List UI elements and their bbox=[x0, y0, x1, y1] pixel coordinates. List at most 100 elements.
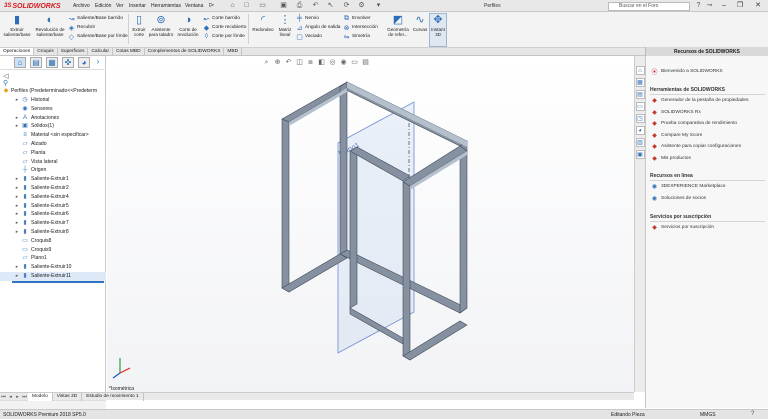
welcome-link[interactable]: ⦿ Bienvenido a SOLIDWORKS bbox=[651, 67, 722, 76]
zoom-to-fit-icon[interactable]: ⌕ bbox=[262, 58, 271, 67]
task-pane-link[interactable]: ◉ 3DEXPERIENCE Marketplace bbox=[651, 183, 726, 190]
boundary-cut-button[interactable]: ◊ Corte por límite bbox=[203, 32, 246, 41]
tab-superficies[interactable]: Superficies bbox=[58, 48, 89, 55]
task-pane-link[interactable]: ◉ Soluciones de socios bbox=[651, 195, 706, 202]
task-pane-link[interactable]: ◆ Asistente para copiar configuraciones bbox=[651, 143, 741, 150]
tree-item[interactable]: ▭ Croquis9 bbox=[0, 246, 106, 255]
swept-boss-button[interactable]: ↝ Saliente/Base barrido bbox=[68, 14, 128, 23]
menu-edicion[interactable]: Edición bbox=[95, 3, 111, 9]
prev-tab-arrow-icon[interactable]: ◂ bbox=[7, 394, 14, 400]
reference-geometry-button[interactable]: ◩ Geometría de refer... bbox=[385, 14, 411, 37]
curves-button[interactable]: ∿ Curvas bbox=[411, 14, 429, 32]
expand-arrow-icon[interactable]: ▸ bbox=[14, 228, 20, 237]
view-settings-icon[interactable]: ▤ bbox=[361, 58, 370, 67]
tree-item[interactable]: ▸ A Anotaciones bbox=[0, 114, 106, 123]
tab-mbd[interactable]: MBD bbox=[224, 48, 243, 55]
tree-item[interactable]: ≡ Material <sin especificar> bbox=[0, 131, 106, 140]
scene-icon[interactable]: ▭ bbox=[350, 58, 359, 67]
help-icon[interactable]: ? bbox=[751, 411, 754, 417]
graphics-area[interactable]: Plano1 bbox=[107, 56, 634, 392]
file-explorer-icon[interactable]: ▭ bbox=[635, 102, 645, 111]
tab-operaciones[interactable]: Operaciones bbox=[0, 48, 35, 55]
task-pane-link[interactable]: ◆ Servicios por suscripción bbox=[651, 224, 714, 231]
zoom-area-icon[interactable]: ⊕ bbox=[273, 58, 282, 67]
section-view-icon[interactable]: ◫ bbox=[295, 58, 304, 67]
tree-item[interactable]: ▱ Alzado bbox=[0, 140, 106, 149]
dimxpert-tab-icon[interactable]: ✜ bbox=[62, 57, 74, 68]
view-orientation-icon[interactable]: ⧈ bbox=[306, 58, 315, 67]
feature-tree-tab-icon[interactable]: ⌂ bbox=[14, 57, 26, 68]
expand-arrow-icon[interactable]: ▸ bbox=[14, 202, 20, 211]
hide-show-icon[interactable]: ◎ bbox=[328, 58, 337, 67]
tab-vistas-3d[interactable]: Vistas 3D bbox=[53, 392, 83, 401]
first-tab-arrow-icon[interactable]: ⏮ bbox=[0, 394, 7, 400]
last-tab-arrow-icon[interactable]: ⏭ bbox=[21, 394, 28, 400]
previous-view-icon[interactable]: ↶ bbox=[284, 58, 293, 67]
tree-root[interactable]: ◆ Perfiles (Predeterminado<<Predeterm bbox=[0, 87, 106, 96]
resources-icon[interactable]: ▦ bbox=[635, 78, 645, 87]
tree-item[interactable]: ▸ ▣ Sólidos(1) bbox=[0, 122, 106, 131]
menu-herramientas[interactable]: Herramientas bbox=[151, 3, 181, 9]
expand-arrow-icon[interactable]: › bbox=[94, 57, 102, 68]
solidworks-logo[interactable]: 3S SOLIDWORKS bbox=[4, 2, 61, 10]
tree-item[interactable]: ▸ ▮ Saliente-Extruir1 bbox=[0, 175, 106, 184]
forum-icon[interactable]: ▣ bbox=[635, 150, 645, 159]
intersect-button[interactable]: ⊗ Intersección bbox=[343, 23, 378, 32]
task-pane-link[interactable]: ◆ SOLIDWORKS Rx bbox=[651, 109, 701, 116]
draft-button[interactable]: ⊿ Ángulo de salida bbox=[296, 23, 341, 32]
pin-icon[interactable]: ⊳ bbox=[207, 2, 216, 10]
revolve-boss-button[interactable]: ◐ Revolución de saliente/base bbox=[34, 14, 66, 37]
appearance-icon[interactable]: ◉ bbox=[339, 58, 348, 67]
expand-arrow-icon[interactable]: ▸ bbox=[14, 272, 20, 281]
restore-button[interactable]: ❐ bbox=[734, 1, 746, 11]
design-library-icon[interactable]: ▤ bbox=[635, 90, 645, 99]
select-icon[interactable]: ↖ bbox=[326, 2, 335, 10]
tree-item[interactable]: ▸ ▮ Saliente-Extruir11 bbox=[0, 272, 106, 281]
rebuild-icon[interactable]: ⟳ bbox=[342, 2, 351, 10]
new-document-icon[interactable]: □ bbox=[242, 2, 251, 10]
hole-wizard-button[interactable]: ⊚ Asistente para taladro bbox=[148, 14, 174, 37]
unit-system[interactable]: MMGS bbox=[700, 412, 716, 418]
expand-arrow-icon[interactable]: ▸ bbox=[14, 184, 20, 193]
expand-arrow-icon[interactable]: ▸ bbox=[14, 114, 20, 123]
next-tab-arrow-icon[interactable]: ▸ bbox=[14, 394, 21, 400]
tab-cotas-mbd[interactable]: Cotas MBD bbox=[113, 48, 145, 55]
tab-estudio-movimiento[interactable]: Estudio de movimiento 1 bbox=[82, 392, 144, 401]
task-pane-link[interactable]: ◆ Prueba comparativa de rendimiento bbox=[651, 120, 737, 127]
save-icon[interactable]: ▣ bbox=[279, 2, 288, 10]
appearances-icon[interactable]: ◕ bbox=[635, 126, 645, 135]
revolve-cut-button[interactable]: ◑ Corte de revolución bbox=[175, 14, 201, 37]
menu-ventana[interactable]: Ventana bbox=[185, 3, 203, 9]
tab-modelo[interactable]: Modelo bbox=[28, 392, 53, 401]
menu-ver[interactable]: Ver bbox=[116, 3, 124, 9]
extrude-boss-button[interactable]: ▮ Extruir saliente/base bbox=[2, 14, 32, 37]
tree-item[interactable]: ▸ ◷ Historial bbox=[0, 96, 106, 105]
home-icon[interactable]: ⌂ bbox=[228, 2, 237, 10]
instant3d-button[interactable]: ✥ Instant 3D bbox=[429, 13, 447, 47]
tree-item[interactable]: ┼ Origen bbox=[0, 166, 106, 175]
tab-croquis[interactable]: Croquis bbox=[34, 48, 58, 55]
wrap-button[interactable]: ⧉ Envolver bbox=[343, 14, 378, 23]
rollback-bar[interactable] bbox=[12, 281, 104, 283]
expand-arrow-icon[interactable]: ▸ bbox=[14, 263, 20, 272]
tree-item[interactable]: ▸ ▮ Saliente-Extruir7 bbox=[0, 219, 106, 228]
tree-item[interactable]: ▱ Planta bbox=[0, 149, 106, 158]
minimize-button[interactable]: – bbox=[718, 1, 730, 11]
expand-arrow-icon[interactable]: ▸ bbox=[14, 175, 20, 184]
task-pane-link[interactable]: ◆ Mis productos bbox=[651, 155, 691, 162]
expand-arrow-icon[interactable]: ▸ bbox=[14, 210, 20, 219]
tree-item[interactable]: ▱ Plano1 bbox=[0, 254, 106, 263]
custom-properties-icon[interactable]: ▥ bbox=[635, 138, 645, 147]
tree-item[interactable]: ▸ ▮ Saliente-Extruir6 bbox=[0, 210, 106, 219]
options-icon[interactable]: ⚙ bbox=[357, 2, 366, 10]
property-manager-tab-icon[interactable]: ▤ bbox=[30, 57, 42, 68]
shell-button[interactable]: ▢ Vaciado bbox=[296, 32, 340, 41]
pin-window-icon[interactable]: ⊸ bbox=[705, 2, 714, 10]
help-icon[interactable]: ? bbox=[694, 2, 703, 10]
customize-icon[interactable]: ▾ bbox=[374, 2, 383, 10]
swept-cut-button[interactable]: ↜ Corte barrido bbox=[203, 14, 246, 23]
view-palette-icon[interactable]: ◳ bbox=[635, 114, 645, 123]
print-icon[interactable]: ⎙ bbox=[295, 2, 304, 10]
search-input[interactable]: Buscar en el Foro bbox=[608, 1, 690, 11]
expand-arrow-icon[interactable]: ▸ bbox=[14, 122, 20, 131]
